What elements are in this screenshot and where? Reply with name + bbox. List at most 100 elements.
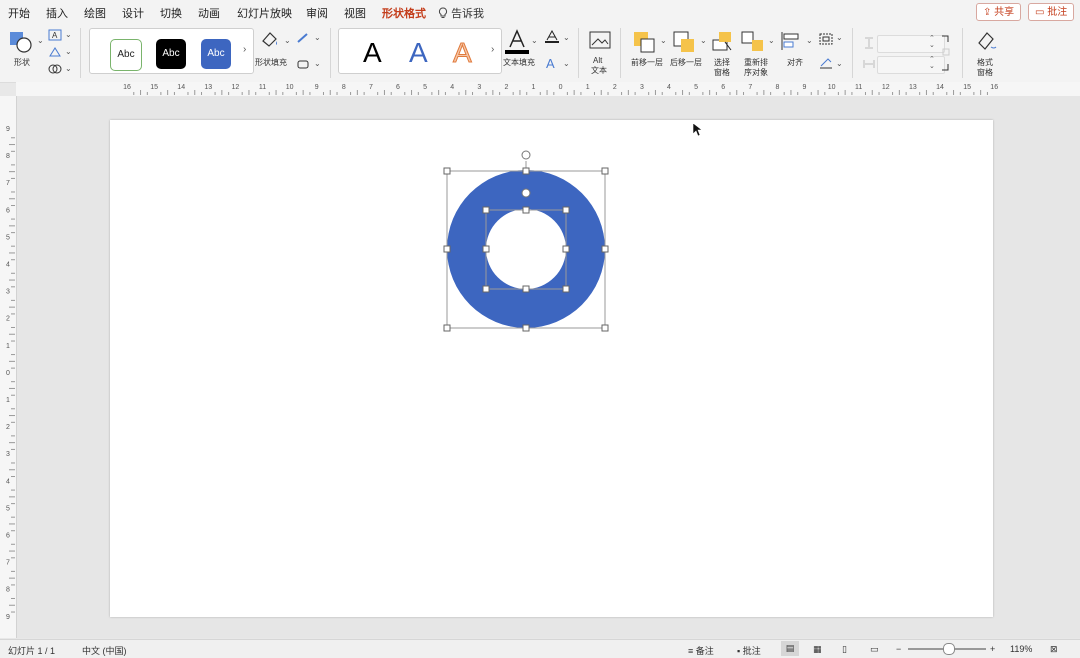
- resize-handle: [522, 167, 530, 175]
- ruler-label: 8: [775, 84, 779, 91]
- chevron-right-icon[interactable]: ›: [243, 44, 246, 55]
- tab-view[interactable]: 视图: [344, 5, 366, 21]
- tab-draw[interactable]: 绘图: [84, 5, 106, 21]
- ruler-label: 11: [259, 84, 266, 91]
- reorder-objects-icon[interactable]: [740, 30, 766, 54]
- shape-style-blue[interactable]: Abc: [201, 39, 231, 69]
- slide-content: [443, 150, 609, 332]
- tab-design[interactable]: 设计: [122, 5, 144, 21]
- chevron-down-icon[interactable]: ⌄: [37, 36, 44, 45]
- chevron-down-icon[interactable]: ⌄: [768, 36, 775, 45]
- svg-text:A: A: [52, 31, 58, 40]
- ruler-label: 13: [204, 84, 212, 91]
- wordart-style-black[interactable]: A: [363, 36, 382, 70]
- slideshow-view-icon[interactable]: ▭: [870, 644, 879, 655]
- chevron-down-icon[interactable]: ⌄: [563, 33, 570, 42]
- fit-to-window-icon[interactable]: ⊠: [1050, 644, 1058, 655]
- chevron-down-icon[interactable]: ⌄: [65, 47, 72, 56]
- tab-insert[interactable]: 插入: [46, 5, 68, 21]
- resize-handle: [482, 245, 490, 253]
- chevron-down-icon[interactable]: ⌄: [836, 59, 843, 68]
- reading-view-icon[interactable]: ▯: [842, 644, 847, 655]
- chevron-down-icon[interactable]: ⌄: [314, 59, 321, 68]
- zoom-level[interactable]: 119%: [1010, 644, 1032, 654]
- chevron-down-icon[interactable]: ⌄: [806, 36, 813, 45]
- chevron-down-icon[interactable]: ⌄: [65, 30, 72, 39]
- normal-view-icon[interactable]: ▤: [781, 641, 799, 656]
- shape-fill-icon[interactable]: [259, 29, 281, 51]
- share-button[interactable]: ⇪ 共享: [976, 3, 1022, 21]
- edit-shape-icon[interactable]: [48, 46, 64, 58]
- ruler-label: 3: [640, 84, 644, 91]
- ruler-label: 6: [6, 533, 10, 540]
- bring-forward-icon[interactable]: [632, 30, 658, 54]
- ruler-label: 12: [882, 84, 890, 91]
- shape-style-outline[interactable]: Abc: [110, 39, 142, 71]
- chevron-down-icon[interactable]: ⌄: [531, 36, 538, 45]
- chevron-down-icon[interactable]: ⌄: [314, 33, 321, 42]
- reorder-objects-label: 重新排: [744, 58, 768, 67]
- merge-shapes-icon[interactable]: [48, 63, 64, 75]
- notes-button[interactable]: ≡ 备注: [688, 644, 714, 657]
- wordart-style-blue[interactable]: A: [409, 36, 428, 70]
- comments-button[interactable]: ▭ 批注: [1028, 3, 1075, 21]
- ruler-label: 7: [748, 84, 752, 91]
- tab-transitions[interactable]: 切换: [160, 5, 182, 21]
- ruler-label: 2: [504, 84, 508, 91]
- wordart-style-orange[interactable]: A: [453, 36, 473, 70]
- ruler-label: 7: [6, 180, 10, 187]
- chevron-down-icon[interactable]: ⌄: [563, 59, 570, 68]
- zoom-slider-thumb[interactable]: [943, 643, 955, 655]
- text-effects-icon[interactable]: A: [544, 56, 560, 70]
- language-indicator[interactable]: 中文 (中国): [82, 644, 127, 657]
- status-comments-button[interactable]: ▪ 批注: [737, 644, 761, 657]
- ruler-label: 2: [613, 84, 617, 91]
- text-box-icon[interactable]: A: [48, 29, 64, 41]
- tab-shape-format[interactable]: 形状格式: [382, 5, 426, 26]
- ruler-label: 10: [286, 84, 294, 91]
- resize-handle: [522, 206, 530, 214]
- tab-review[interactable]: 审阅: [306, 5, 328, 21]
- shape-effects-icon[interactable]: [296, 58, 312, 70]
- align-icon[interactable]: [780, 30, 804, 52]
- chevron-right-icon[interactable]: ›: [491, 44, 494, 55]
- lightbulb-icon: [438, 7, 448, 18]
- rotate-handle-icon: [521, 150, 531, 160]
- slide[interactable]: [110, 120, 993, 617]
- chevron-down-icon[interactable]: ⌄: [65, 64, 72, 73]
- tab-slideshow[interactable]: 幻灯片放映: [237, 5, 292, 21]
- tab-home[interactable]: 开始: [8, 5, 30, 21]
- reorder-objects-label-2: 序对象: [744, 68, 768, 77]
- selection-pane-icon[interactable]: [711, 30, 735, 54]
- tell-me-box[interactable]: 告诉我: [438, 5, 484, 21]
- vertical-ruler-ticks: 9 8 7 6 5 4 3 2 1 0 1 2 3 4 5 6 7 8 9: [6, 126, 15, 621]
- zoom-in-icon[interactable]: +: [990, 644, 995, 654]
- zoom-out-icon[interactable]: −: [896, 644, 901, 654]
- chevron-down-icon[interactable]: ⌄: [660, 36, 667, 45]
- rotate-icon[interactable]: [818, 56, 834, 70]
- chevron-down-icon[interactable]: ⌄: [836, 33, 843, 42]
- ruler-label: 7: [369, 84, 373, 91]
- chevron-down-icon[interactable]: ⌄: [284, 36, 291, 45]
- slide-sorter-icon[interactable]: ▦: [813, 644, 822, 655]
- ruler-label: 9: [6, 614, 10, 621]
- shape-outline-icon[interactable]: [296, 32, 312, 44]
- stepper-down-icon[interactable]: ⌄: [929, 41, 935, 49]
- group-icon[interactable]: [818, 32, 834, 46]
- ruler-label: 9: [315, 84, 319, 91]
- ruler-label: 1: [6, 343, 10, 350]
- svg-text:A: A: [546, 56, 555, 70]
- ruler-label: 5: [6, 234, 10, 241]
- chevron-down-icon[interactable]: ⌄: [700, 36, 707, 45]
- text-fill-icon[interactable]: [505, 29, 529, 55]
- format-pane-icon[interactable]: [975, 29, 999, 53]
- share-icon: ⇪: [983, 7, 992, 18]
- shape-style-black[interactable]: Abc: [156, 39, 186, 69]
- send-backward-icon[interactable]: [672, 30, 698, 54]
- tab-animations[interactable]: 动画: [198, 5, 220, 21]
- stepper-down-icon[interactable]: ⌄: [929, 62, 935, 70]
- size-dialog-icon[interactable]: [940, 34, 952, 72]
- alt-text-icon[interactable]: [588, 30, 612, 52]
- text-outline-icon[interactable]: [544, 30, 560, 44]
- shapes-icon[interactable]: [8, 30, 36, 54]
